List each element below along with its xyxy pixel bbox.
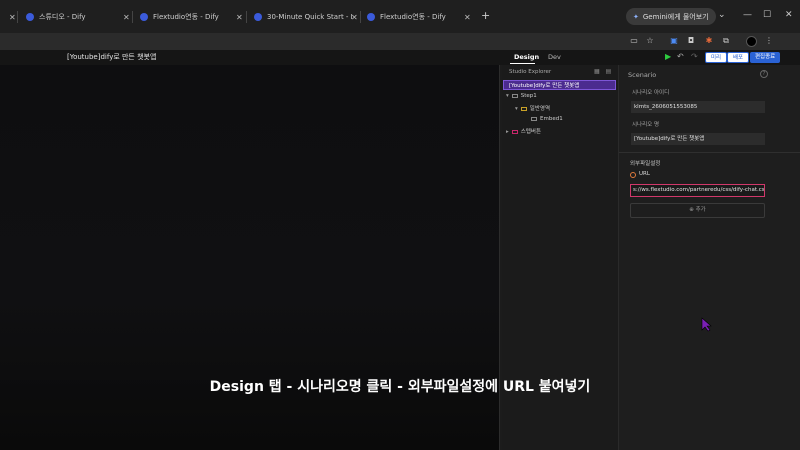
undo-icon[interactable]: ↶ <box>677 52 684 61</box>
browser-tab-strip: ✕ 스튜디오 - Dify ✕ Flextudio연동 - Dify ✕ 30-… <box>0 0 800 33</box>
deploy-button[interactable]: 배포 <box>727 52 750 63</box>
gemini-button[interactable]: ✦ Gemini에게 물어보기 <box>626 8 716 25</box>
browser-tab-label: 30-Minute Quick Start - Dify (… <box>267 13 352 21</box>
active-tab-indicator <box>510 63 535 64</box>
tab-design[interactable]: Design <box>514 53 539 61</box>
browser-tab-1[interactable]: 스튜디오 - Dify ✕ <box>26 8 130 26</box>
close-icon[interactable]: ✕ <box>464 13 471 22</box>
browser-tab-label: 스튜디오 - Dify <box>39 13 86 21</box>
minimize-icon[interactable]: — <box>743 10 752 20</box>
maximize-icon[interactable]: ☐ <box>763 10 771 20</box>
dify-favicon-icon <box>26 13 34 21</box>
cast-icon[interactable]: ▭ <box>629 36 639 46</box>
external-file-section-title: 외부파일설정 <box>630 161 661 167</box>
gemini-sparkle-icon: ✦ <box>633 12 639 21</box>
tree-item-label: 일반영역 <box>529 106 551 112</box>
help-icon[interactable]: ? <box>760 70 768 78</box>
page-icon <box>511 93 518 98</box>
tree-item-step1[interactable]: ▾ Step1 <box>506 93 537 99</box>
dify-favicon-icon <box>367 13 375 21</box>
browser-tab-4[interactable]: Flextudio연동 - Dify ✕ <box>367 8 471 26</box>
redo-icon[interactable]: ↷ <box>691 52 698 61</box>
tree-item-general-area[interactable]: ▾ 일반영역 <box>515 104 550 112</box>
browser-tab-label: Flextudio연동 - Dify <box>153 13 219 21</box>
divider <box>619 152 800 153</box>
profile-avatar[interactable] <box>746 36 757 47</box>
folder-icon <box>520 106 527 111</box>
tab-separator <box>17 11 18 23</box>
scenario-id-field[interactable]: klmts_2606051553085 <box>631 101 765 113</box>
caret-down-icon[interactable]: ▾ <box>515 106 518 112</box>
explorer-toolbar: ▦ ▤ <box>594 68 611 75</box>
scenario-name-label: 시나리오 명 <box>632 122 660 128</box>
folder-icon <box>511 129 518 134</box>
preview-button[interactable]: 미리 <box>705 52 728 63</box>
url-input[interactable]: s://ws.flextudio.com/partneredu/css/dify… <box>630 184 765 197</box>
scenario-id-label: 시나리오 아이디 <box>632 90 670 96</box>
embed-icon <box>531 116 537 121</box>
close-icon[interactable]: ✕ <box>351 13 358 22</box>
url-checkbox[interactable] <box>630 172 636 178</box>
tree-item-embed1[interactable]: Embed1 <box>531 116 563 122</box>
url-label: URL <box>639 171 650 177</box>
tree-item-label: Embed1 <box>540 116 563 122</box>
add-page-icon[interactable]: ▦ <box>594 68 600 75</box>
caret-down-icon[interactable]: ▾ <box>506 93 509 99</box>
window-close-icon[interactable]: ✕ <box>785 10 793 20</box>
tab-separator <box>132 11 133 23</box>
browser-toolbar: ▭ ☆ ▣ ◘ ✱ ⧉ ⋮ <box>0 33 800 50</box>
close-icon[interactable]: ✕ <box>236 13 243 22</box>
collapse-all-icon[interactable]: ▤ <box>606 68 612 75</box>
tab-separator <box>360 11 361 23</box>
play-icon[interactable]: ▶ <box>665 52 671 61</box>
screen: ✕ 스튜디오 - Dify ✕ Flextudio연동 - Dify ✕ 30-… <box>0 0 800 450</box>
extensions-puzzle-icon[interactable]: ⧉ <box>721 36 731 46</box>
close-icon[interactable]: ✕ <box>123 13 130 22</box>
edit-done-button[interactable]: 편집종료 <box>750 52 781 63</box>
explorer-root-label: [Youtube]dify로 만든 챗봇앱 <box>509 83 580 89</box>
extension-badge-icon[interactable]: ✱ <box>704 36 714 46</box>
tree-item-label: Step1 <box>520 93 537 99</box>
scenario-name-field[interactable]: [Youtube]dify로 만든 챗봇앱 <box>631 133 765 145</box>
tree-item-step-button[interactable]: ▸ 스텝버튼 <box>506 127 541 135</box>
add-url-button[interactable]: ⊕ 추가 <box>630 203 765 218</box>
gemini-button-label: Gemini에게 물어보기 <box>642 12 709 21</box>
tab-separator <box>246 11 247 23</box>
browser-tab-label: Flextudio연동 - Dify <box>380 13 446 21</box>
more-menu-icon[interactable]: ⋮ <box>764 36 774 46</box>
properties-title: Scenario <box>628 71 657 79</box>
dify-favicon-icon <box>140 13 148 21</box>
tree-item-label: 스텝버튼 <box>520 129 542 135</box>
tab-dev[interactable]: Dev <box>548 53 561 61</box>
browser-tab-2[interactable]: Flextudio연동 - Dify ✕ <box>140 8 243 26</box>
caret-right-icon[interactable]: ▸ <box>506 129 509 135</box>
bookmark-star-icon[interactable]: ☆ <box>645 36 655 46</box>
dify-favicon-icon <box>254 13 262 21</box>
browser-tab-3[interactable]: 30-Minute Quick Start - Dify (… ✕ <box>254 8 358 26</box>
explorer-title: Studio Explorer <box>509 69 552 75</box>
app-title: [Youtube]dify로 만든 챗봇앱 <box>67 53 157 61</box>
new-tab-icon[interactable]: + <box>481 9 490 22</box>
mouse-cursor-icon <box>701 317 712 332</box>
camera-extension-icon[interactable]: ◘ <box>686 36 696 46</box>
video-caption: Design 탭 - 시나리오명 클릭 - 외부파일설정에 URL 붙여넣기 <box>209 379 591 395</box>
chevron-down-icon[interactable]: ⌄ <box>718 10 726 20</box>
translate-icon[interactable]: ▣ <box>669 36 679 46</box>
